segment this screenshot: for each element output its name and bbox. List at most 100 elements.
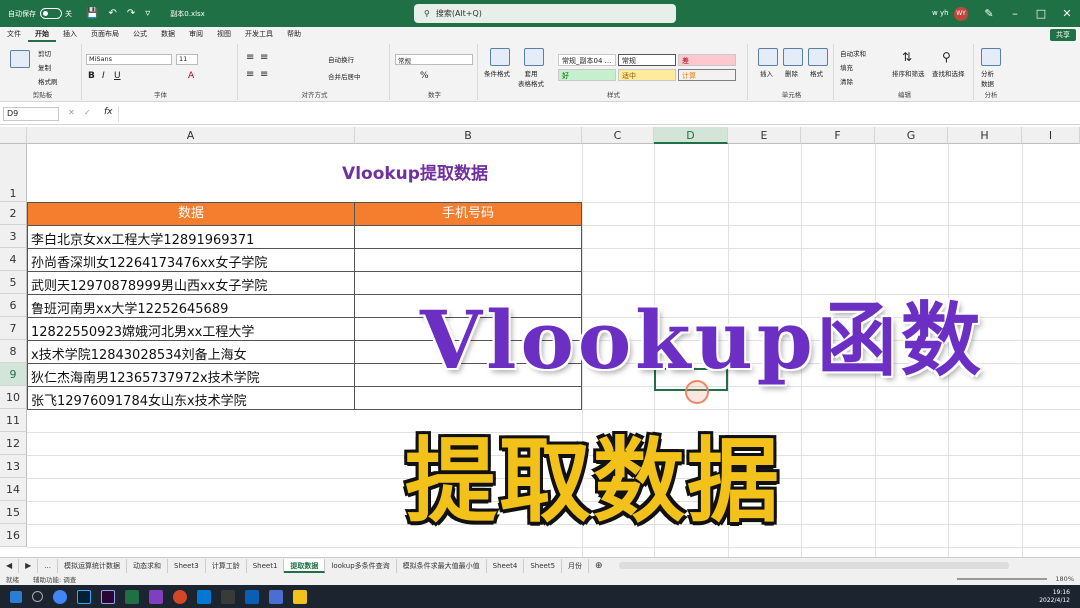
data-cell[interactable]: 李白北京女xx工程大学12891969371	[28, 229, 354, 248]
sheet-tab[interactable]: 动态求和	[127, 558, 168, 573]
data-cell[interactable]: 鲁班河南男xx大学12252645689	[28, 298, 354, 317]
sheet-tab[interactable]: Sheet3	[168, 558, 206, 573]
column-header-e[interactable]: E	[728, 127, 801, 144]
sheet-tab[interactable]: ...	[38, 558, 58, 573]
sheet-tab[interactable]: Sheet5	[524, 558, 563, 573]
row-header-15[interactable]: 15	[0, 501, 27, 524]
format-cells-button[interactable]: 格式	[810, 68, 823, 78]
column-header-f[interactable]: F	[801, 127, 875, 144]
merge-center-button[interactable]: 合并后居中	[328, 71, 361, 81]
horizontal-scrollbar[interactable]	[618, 562, 1009, 569]
align-left-icon[interactable]: ≡	[246, 69, 254, 80]
insert-cells-button[interactable]: 插入	[760, 68, 773, 78]
search-input[interactable]: ⚲ 搜索(Alt+Q)	[414, 4, 676, 23]
style-cell-bad[interactable]: 差	[678, 54, 736, 66]
align-center-icon[interactable]: ≡	[260, 69, 268, 80]
data-cell[interactable]: 张飞12976091784女山东x技术学院	[28, 390, 354, 409]
clock[interactable]: 19:16 2022/4/12	[1039, 589, 1070, 605]
row-header-9[interactable]: 9	[0, 363, 27, 386]
row-header-13[interactable]: 13	[0, 455, 27, 478]
column-header-i[interactable]: I	[1022, 127, 1080, 144]
table-format-icon[interactable]	[524, 48, 544, 66]
row-header-2[interactable]: 2	[0, 202, 27, 225]
sheet-tab[interactable]: 计算工龄	[206, 558, 247, 573]
wrap-text-button[interactable]: 自动换行	[328, 54, 354, 64]
tab-insert[interactable]: 插入	[56, 27, 84, 42]
tab-view[interactable]: 视图	[210, 27, 238, 42]
start-icon[interactable]	[10, 590, 22, 603]
header-cell-data[interactable]: 数据	[27, 202, 355, 226]
app-icon[interactable]	[269, 589, 283, 604]
tab-file[interactable]: 文件	[0, 27, 28, 42]
align-top-icon[interactable]: ≡	[246, 52, 254, 63]
tab-page-layout[interactable]: 页面布局	[84, 27, 126, 42]
mail-icon[interactable]	[197, 589, 211, 604]
row-header-8[interactable]: 8	[0, 340, 27, 363]
column-header-a[interactable]: A	[27, 127, 355, 144]
fill-button[interactable]: 填充	[840, 62, 853, 72]
row-header-10[interactable]: 10	[0, 386, 27, 409]
share-button[interactable]: 共享	[1050, 29, 1076, 41]
close-icon[interactable]: ✕	[1054, 0, 1080, 27]
terminal-icon[interactable]	[221, 589, 235, 604]
row-header-12[interactable]: 12	[0, 432, 27, 455]
undo-icon[interactable]: ↶	[108, 8, 116, 19]
next-sheet-icon[interactable]: ▶	[19, 558, 39, 573]
minimize-icon[interactable]: –	[1002, 0, 1028, 27]
row-header-1[interactable]: 1	[0, 144, 27, 202]
prev-sheet-icon[interactable]: ◀	[0, 558, 20, 573]
clear-button[interactable]: 清除	[840, 76, 853, 86]
sheet-tab[interactable]: Sheet4	[487, 558, 525, 573]
app-icon[interactable]	[149, 589, 163, 604]
analyze-data-icon[interactable]	[981, 48, 1001, 66]
sheet-tab[interactable]: 模拟条件求最大值最小值	[397, 558, 487, 573]
font-name-select[interactable]: MiSans	[86, 54, 172, 65]
style-cell-calculation[interactable]: 计算	[678, 69, 736, 81]
font-size-select[interactable]: 11	[176, 54, 198, 65]
formula-input[interactable]	[118, 106, 1076, 122]
row-header-6[interactable]: 6	[0, 294, 27, 317]
tab-formulas[interactable]: 公式	[126, 27, 154, 42]
row-header-4[interactable]: 4	[0, 248, 27, 271]
number-format-select[interactable]: 常规	[395, 54, 473, 65]
delete-cells-icon[interactable]	[783, 48, 803, 66]
edge-icon[interactable]	[245, 589, 259, 604]
row-header-3[interactable]: 3	[0, 225, 27, 248]
name-box[interactable]: D9	[3, 107, 59, 121]
sheet-tab[interactable]: Sheet1	[247, 558, 285, 573]
underline-icon[interactable]: U	[114, 71, 121, 81]
zoom-level[interactable]: 180%	[1055, 575, 1074, 583]
format-painter-button[interactable]: 格式刷	[38, 76, 58, 86]
column-header-h[interactable]: H	[948, 127, 1022, 144]
style-cell-custom[interactable]: 常规_副本04 ...	[558, 54, 616, 66]
percent-icon[interactable]: %	[420, 71, 429, 81]
delete-cells-button[interactable]: 删除	[785, 68, 798, 78]
excel-icon[interactable]	[125, 589, 139, 604]
pen-icon[interactable]: ✎	[976, 0, 1002, 27]
sort-filter-button[interactable]: 排序和筛选	[892, 68, 925, 78]
save-icon[interactable]: 💾	[86, 8, 98, 19]
cut-button[interactable]: 剪切	[38, 48, 51, 58]
sheet-tab-active[interactable]: 提取数据	[284, 558, 326, 573]
fx-icon[interactable]: fx	[104, 107, 113, 117]
sheet-tab[interactable]: lookup多条件查询	[325, 558, 397, 573]
row-header-7[interactable]: 7	[0, 317, 27, 340]
italic-icon[interactable]: I	[102, 71, 105, 81]
analyze-data-button[interactable]: 分析 数据	[981, 68, 994, 88]
data-cell[interactable]: x技术学院12843028534刘备上海女	[28, 344, 354, 363]
style-cell-neutral[interactable]: 适中	[618, 69, 676, 81]
format-cells-icon[interactable]	[808, 48, 828, 66]
redo-icon[interactable]: ↷	[127, 8, 135, 19]
data-cell[interactable]: 孙尚香深圳女12264173476xx女子学院	[28, 252, 354, 271]
accessibility-status[interactable]: 辅助功能: 调查	[33, 574, 76, 584]
sheet-tab[interactable]: 模拟运算统计数据	[58, 558, 127, 573]
cancel-icon[interactable]: ✕	[68, 108, 75, 117]
conditional-format-icon[interactable]	[490, 48, 510, 66]
row-header-16[interactable]: 16	[0, 524, 27, 547]
tab-review[interactable]: 审阅	[182, 27, 210, 42]
select-all-corner[interactable]	[0, 127, 27, 144]
enter-icon[interactable]: ✓	[84, 108, 91, 117]
find-select-button[interactable]: 查找和选择	[932, 68, 965, 78]
row-header-11[interactable]: 11	[0, 409, 27, 432]
paste-icon[interactable]	[10, 50, 30, 68]
